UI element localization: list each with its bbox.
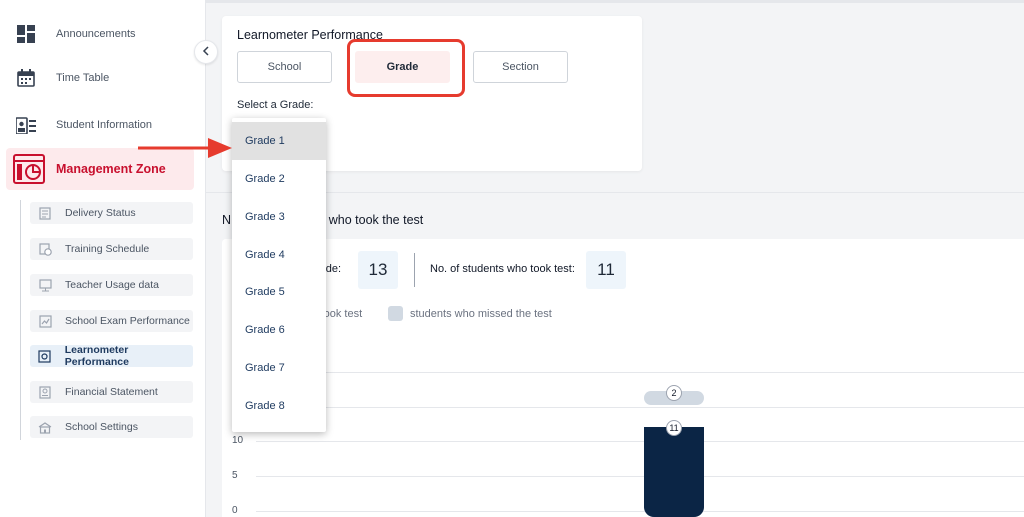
grade-option-8[interactable]: Grade 8 <box>232 387 326 425</box>
y-tick-label: 10 <box>232 435 244 446</box>
grade-option-1[interactable]: Grade 1 <box>232 122 326 160</box>
grade-dropdown-menu: Grade 1 Grade 2 Grade 3 Grade 4 Grade 5 … <box>232 118 326 432</box>
grade-option-6[interactable]: Grade 6 <box>232 311 326 349</box>
dashboard-icon <box>12 154 46 184</box>
bar-label-took: 11 <box>666 420 682 436</box>
sidebar-item-student-information[interactable]: Student Information <box>16 114 152 136</box>
bar-label-missed: 2 <box>666 385 682 401</box>
y-tick-label: 5 <box>232 470 238 481</box>
results-card: rade: 13 No. of students who took test: … <box>222 239 1024 517</box>
bar-took-test[interactable] <box>644 427 704 517</box>
school-icon <box>38 420 52 434</box>
y-tick-label: 0 <box>232 505 238 516</box>
statement-icon <box>38 385 52 399</box>
clock-calendar-icon <box>38 242 52 256</box>
grade-option-2[interactable]: Grade 2 <box>232 160 326 198</box>
sidebar-item-label: Management Zone <box>56 162 166 176</box>
sidebar-subitem-label: Learnometer Performance <box>64 344 129 368</box>
id-card-icon <box>16 115 36 135</box>
sidebar-subitem-learnometer-performance[interactable]: Learnometer Performance <box>30 344 193 368</box>
grade-option-4[interactable]: Grade 4 <box>232 236 326 274</box>
sidebar-item-label: Student Information <box>56 119 153 131</box>
gauge-icon <box>38 349 52 363</box>
annotation-arrow-icon <box>138 138 232 158</box>
top-divider <box>206 0 1024 3</box>
grade-option-5[interactable]: Grade 5 <box>232 273 326 311</box>
segment-school[interactable]: School <box>237 51 332 83</box>
sidebar-subitem-label: School Settings <box>65 421 138 433</box>
sidebar: Announcements Time Table Student Informa… <box>0 0 206 517</box>
gridline <box>256 441 1024 442</box>
chart-icon <box>38 314 52 328</box>
gridline <box>256 372 1024 373</box>
sidebar-subitem-teacher-usage-data[interactable]: Teacher Usage data <box>30 274 193 296</box>
sidebar-subitem-label: Financial Statement <box>65 386 158 398</box>
submenu-guide-line <box>20 200 21 440</box>
grade-option-3[interactable]: Grade 3 <box>232 198 326 236</box>
calendar-icon <box>16 68 36 88</box>
results-panel: Ns who took the test rade: 13 No. of stu… <box>206 192 1024 517</box>
presentation-icon <box>38 278 52 292</box>
sidebar-item-label: Announcements <box>56 28 136 40</box>
sidebar-subitem-training-schedule[interactable]: Training Schedule <box>30 238 193 260</box>
collapse-sidebar-button[interactable] <box>194 40 218 64</box>
students-took-test-label: No. of students who took test: <box>430 263 575 275</box>
annotation-highlight-box <box>347 39 465 97</box>
students-took-test-value: 11 <box>586 251 626 289</box>
total-students-value: 13 <box>358 251 398 289</box>
document-icon <box>38 206 52 220</box>
sidebar-subitem-school-exam-performance[interactable]: School Exam Performance <box>30 310 193 332</box>
sidebar-item-time-table[interactable]: Time Table <box>16 67 109 89</box>
sidebar-subitem-label: Delivery Status <box>65 207 136 219</box>
gridline <box>256 511 1024 512</box>
sidebar-subitem-school-settings[interactable]: School Settings <box>30 416 193 438</box>
sidebar-subitem-financial-statement[interactable]: Financial Statement <box>30 381 193 403</box>
stat-divider <box>414 253 415 287</box>
sidebar-subitem-label: Teacher Usage data <box>65 279 159 291</box>
sidebar-item-label: Time Table <box>56 72 110 84</box>
sidebar-subitem-label: School Exam Performance <box>65 315 190 327</box>
chevron-left-icon <box>202 43 210 61</box>
grade-option-7[interactable]: Grade 7 <box>232 349 326 387</box>
sidebar-subitem-delivery-status[interactable]: Delivery Status <box>30 202 193 224</box>
sidebar-item-announcements[interactable]: Announcements <box>16 23 136 45</box>
gridline <box>256 407 1024 408</box>
legend-missed-swatch <box>388 306 403 321</box>
legend-missed-label: students who missed the test <box>410 308 552 320</box>
segment-section[interactable]: Section <box>473 51 568 83</box>
gridline <box>256 476 1024 477</box>
sidebar-subitem-label: Training Schedule <box>65 243 150 255</box>
grid-icon <box>16 24 36 44</box>
select-grade-label: Select a Grade: <box>237 99 314 111</box>
